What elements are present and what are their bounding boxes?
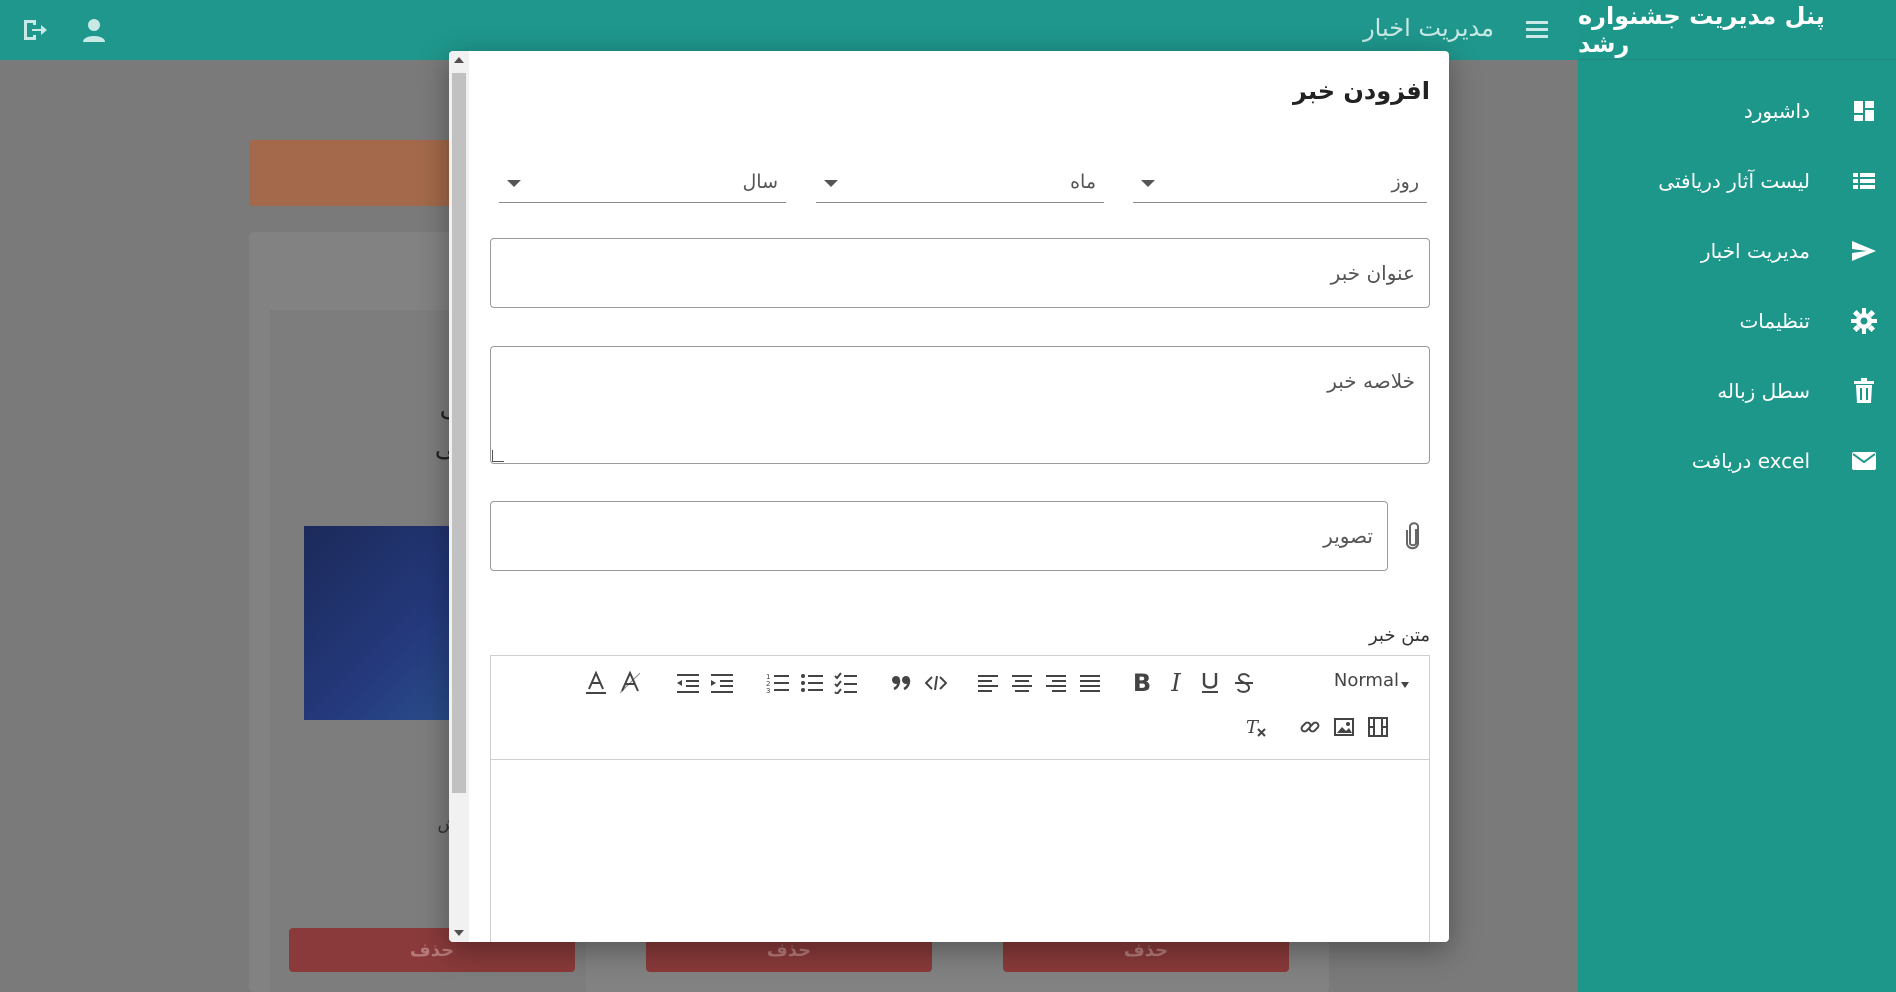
paperclip-icon[interactable] <box>1401 521 1425 553</box>
news-summary-textarea[interactable]: خلاصه خبر <box>490 346 1430 464</box>
video-icon[interactable] <box>1363 712 1393 742</box>
app-title: پنل مدیریت جشنواره رشد <box>1578 0 1896 60</box>
sidebar-item-label: تنظیمات <box>1739 309 1810 333</box>
clear-format-icon[interactable]: T <box>1241 712 1271 742</box>
sidebar-item-received-works[interactable]: لیست آثار دریافتی <box>1578 146 1896 216</box>
chevron-down-icon <box>1141 180 1155 187</box>
image-icon[interactable] <box>1329 712 1359 742</box>
underline-icon[interactable] <box>1195 668 1225 698</box>
background-color-icon[interactable] <box>615 668 645 698</box>
scroll-down-icon[interactable] <box>454 930 464 936</box>
scroll-up-icon[interactable] <box>454 57 464 63</box>
indent-icon[interactable] <box>707 668 737 698</box>
code-icon[interactable] <box>921 668 951 698</box>
dialog-title: افزودن خبر <box>1293 77 1430 105</box>
checklist-icon[interactable] <box>831 668 861 698</box>
header-select[interactable]: Normal <box>1334 670 1399 691</box>
dashboard-icon <box>1850 97 1878 125</box>
chevron-down-icon <box>824 180 838 187</box>
rich-text-editor[interactable]: Normal I B 123 T <box>490 655 1430 942</box>
year-select[interactable]: سال <box>499 163 786 203</box>
news-title-placeholder: عنوان خبر <box>1330 261 1415 285</box>
link-icon[interactable] <box>1295 712 1325 742</box>
font-color-icon[interactable] <box>581 668 611 698</box>
outdent-icon[interactable] <box>673 668 703 698</box>
day-select[interactable]: روز <box>1133 163 1427 203</box>
sidebar-menu: داشبورد لیست آثار دریافتی مدیریت اخبار ت… <box>1578 60 1896 496</box>
chevron-down-icon <box>1401 682 1409 688</box>
day-select-label: روز <box>1391 171 1419 193</box>
news-summary-placeholder: خلاصه خبر <box>1327 369 1415 393</box>
user-icon[interactable] <box>80 16 108 44</box>
dialog-scrollbar[interactable] <box>449 51 469 942</box>
add-news-dialog: افزودن خبر روز ماه سال عنوان خبر خلاصه خ… <box>449 51 1449 942</box>
editor-toolbar: Normal I B 123 T <box>491 656 1429 760</box>
align-justify-icon[interactable] <box>1075 668 1105 698</box>
month-select[interactable]: ماه <box>816 163 1104 203</box>
align-center-icon[interactable] <box>1007 668 1037 698</box>
year-select-label: سال <box>742 171 778 193</box>
align-right-icon[interactable] <box>1041 668 1071 698</box>
list-icon <box>1850 167 1878 195</box>
news-title-input[interactable]: عنوان خبر <box>490 238 1430 308</box>
card-image <box>304 526 464 720</box>
send-icon <box>1850 237 1878 265</box>
trash-icon <box>1850 377 1878 405</box>
sidebar-item-label: مدیریت اخبار <box>1700 239 1810 263</box>
bullet-list-icon[interactable] <box>797 668 827 698</box>
blockquote-icon[interactable] <box>887 668 917 698</box>
page-title: مدیریت اخبار <box>1363 14 1494 42</box>
scrollbar-thumb[interactable] <box>452 73 466 793</box>
sidebar-item-settings[interactable]: تنظیمات <box>1578 286 1896 356</box>
news-body-label: متن خبر <box>1369 625 1430 646</box>
chevron-down-icon <box>507 180 521 187</box>
svg-text:3: 3 <box>766 687 770 694</box>
italic-icon[interactable]: I <box>1161 668 1191 698</box>
sidebar-item-excel[interactable]: دریافت excel <box>1578 426 1896 496</box>
image-file-input[interactable]: تصویر <box>490 501 1388 571</box>
sidebar-item-label: سطل زباله <box>1717 379 1810 403</box>
sidebar-item-news[interactable]: مدیریت اخبار <box>1578 216 1896 286</box>
month-select-label: ماه <box>1070 171 1096 193</box>
gear-icon <box>1850 307 1878 335</box>
resize-handle-icon[interactable] <box>492 450 504 462</box>
sidebar: پنل مدیریت جشنواره رشد داشبورد لیست آثار… <box>1578 0 1896 992</box>
sidebar-item-dashboard[interactable]: داشبورد <box>1578 76 1896 146</box>
logout-icon[interactable] <box>20 16 48 44</box>
strike-icon[interactable] <box>1229 668 1259 698</box>
sidebar-item-label: لیست آثار دریافتی <box>1658 169 1810 193</box>
sidebar-item-label: داشبورد <box>1743 99 1810 123</box>
ordered-list-icon[interactable]: 123 <box>763 668 793 698</box>
bold-icon[interactable]: B <box>1127 668 1157 698</box>
sidebar-item-trash[interactable]: سطل زباله <box>1578 356 1896 426</box>
align-left-icon[interactable] <box>973 668 1003 698</box>
menu-icon[interactable] <box>1524 18 1550 40</box>
sidebar-item-label: دریافت excel <box>1691 449 1810 473</box>
mail-icon <box>1850 447 1878 475</box>
image-placeholder: تصویر <box>1323 524 1373 548</box>
